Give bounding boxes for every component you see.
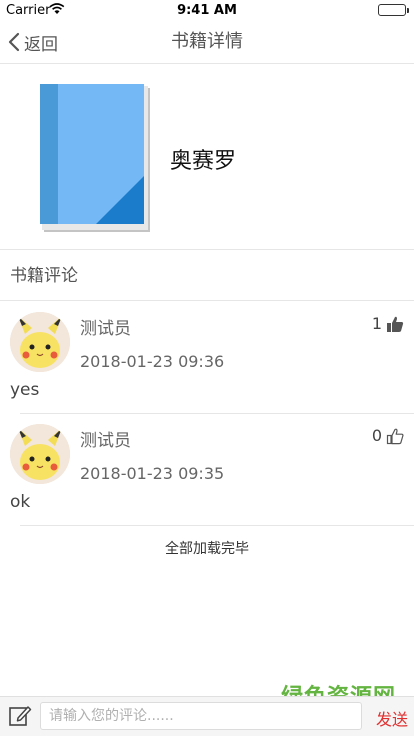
- status-bar: Carrier 9:41 AM: [0, 0, 414, 20]
- comments-header: 书籍评论: [0, 251, 414, 301]
- like-count: 0: [371, 426, 382, 445]
- comment-author: 测试员: [80, 319, 131, 339]
- book-cover-icon: [40, 84, 152, 238]
- avatar: [10, 312, 70, 372]
- thumbs-up-filled-icon: [387, 316, 404, 332]
- comment-input-bar: 发送: [0, 696, 414, 736]
- comment-text: yes: [10, 380, 40, 400]
- send-button[interactable]: 发送: [376, 706, 408, 730]
- load-status: 全部加载完毕: [165, 541, 249, 557]
- book-info: 奥赛罗: [0, 65, 414, 250]
- comment-time: 2018-01-23 09:36: [80, 352, 225, 371]
- like-count: 1: [371, 314, 382, 333]
- back-label: 返回: [24, 34, 58, 55]
- like-button[interactable]: 0: [372, 426, 404, 445]
- like-button[interactable]: 1: [372, 314, 404, 333]
- back-button[interactable]: 返回: [8, 20, 58, 64]
- status-time: 9:41 AM: [177, 3, 237, 18]
- comment-item: 测试员 1 2018-01-23 09:36 yes: [0, 302, 414, 414]
- thumbs-up-outline-icon: [386, 428, 404, 444]
- divider: [20, 525, 414, 526]
- comment-time: 2018-01-23 09:35: [80, 464, 225, 483]
- comment-item: 测试员 0 2018-01-23 09:35 ok: [0, 414, 414, 526]
- book-title: 奥赛罗: [170, 149, 237, 174]
- comment-author: 测试员: [80, 431, 131, 451]
- battery-icon: [378, 4, 409, 16]
- avatar: [10, 424, 70, 484]
- page-title: 书籍详情: [171, 31, 243, 52]
- comment-input[interactable]: [40, 702, 362, 730]
- edit-icon[interactable]: [8, 704, 32, 728]
- nav-bar: 返回 书籍详情: [0, 20, 414, 64]
- chevron-left-icon: [8, 32, 20, 52]
- comment-text: ok: [10, 492, 31, 512]
